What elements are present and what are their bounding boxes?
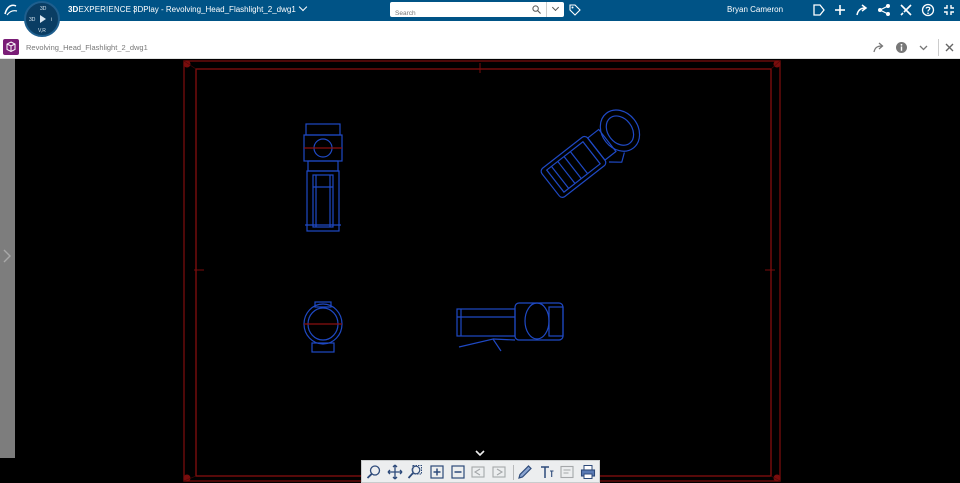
tools-icon[interactable] <box>899 3 913 17</box>
plus-icon[interactable] <box>833 3 847 17</box>
zoom-icon[interactable] <box>366 464 382 480</box>
sheet-ticks <box>183 60 781 482</box>
compass-top-label: 3D <box>40 6 47 12</box>
close-icon[interactable] <box>943 41 956 54</box>
share-icon[interactable] <box>855 3 869 17</box>
document-title: Revolving_Head_Flashlight_2_dwg1 <box>26 43 148 52</box>
network-icon[interactable] <box>877 3 891 17</box>
sheet-inner-border <box>195 68 772 477</box>
search-options-dropdown[interactable] <box>546 2 564 17</box>
tag-icon[interactable] <box>569 4 581 16</box>
drawing-viewer[interactable] <box>15 59 960 483</box>
zoom-area-icon[interactable] <box>407 464 423 480</box>
compass-tag-icon[interactable] <box>812 3 826 17</box>
view-front-elevation[interactable] <box>303 123 343 232</box>
chevron-down-icon[interactable] <box>917 41 930 54</box>
compass-left-label: 3D <box>29 17 36 23</box>
text-icon[interactable] <box>539 464 555 480</box>
divider <box>938 39 939 56</box>
ds-logo-icon[interactable] <box>3 2 19 18</box>
info-icon[interactable] <box>895 41 908 54</box>
view-side[interactable] <box>456 302 564 352</box>
toolbar-divider <box>513 465 514 480</box>
print-icon[interactable] <box>580 464 596 480</box>
brand-rest: EXPERIENCE | <box>78 5 136 14</box>
previous-sheet-icon <box>471 466 485 478</box>
user-name[interactable]: Bryan Cameron <box>727 5 783 14</box>
brand-label: 3DEXPERIENCE | <box>68 5 136 14</box>
zoom-in-icon[interactable] <box>429 464 445 480</box>
sheet-markers <box>183 60 781 482</box>
search-box <box>390 2 564 21</box>
document-header: Revolving_Head_Flashlight_2_dwg1 <box>0 21 960 59</box>
app-title-dropdown[interactable]: 3DPlay - Revolving_Head_Flashlight_2_dwg… <box>133 2 308 14</box>
collapse-toolbar-icon[interactable] <box>475 450 485 458</box>
view-isometric[interactable] <box>537 102 650 205</box>
view-top[interactable] <box>303 301 343 353</box>
chevron-down-icon <box>551 3 560 12</box>
compass-bottom-label: V,R <box>38 28 46 34</box>
help-icon[interactable] <box>921 3 935 17</box>
next-sheet-icon <box>492 466 506 478</box>
search-input[interactable] <box>390 6 520 21</box>
app-badge-icon[interactable] <box>3 39 19 55</box>
brand-bold: 3D <box>68 5 79 14</box>
compass-right-label: i <box>51 17 53 23</box>
search-icon[interactable] <box>532 5 541 14</box>
chevron-right-icon <box>3 249 11 263</box>
viewer-toolbar <box>361 460 600 483</box>
app-title: 3DPlay - Revolving_Head_Flashlight_2_dwg… <box>133 5 296 14</box>
play-icon <box>40 15 46 23</box>
chevron-down-icon <box>298 2 308 12</box>
note-icon <box>560 465 574 479</box>
top-bar: 3D 3D i V,R 3DEXPERIENCE | 3DPlay - Revo… <box>0 0 960 37</box>
cube-icon <box>6 41 16 53</box>
drawing-sheet <box>183 60 781 482</box>
pan-icon[interactable] <box>387 464 403 480</box>
markup-pen-icon[interactable] <box>517 464 533 480</box>
side-panel-toggle[interactable] <box>0 59 15 458</box>
compass-icon[interactable]: 3D 3D i V,R <box>24 1 60 37</box>
zoom-out-icon[interactable] <box>450 464 466 480</box>
share-icon[interactable] <box>872 41 885 54</box>
fullscreen-icon[interactable] <box>942 3 956 17</box>
sheet-outer-border <box>183 60 781 482</box>
